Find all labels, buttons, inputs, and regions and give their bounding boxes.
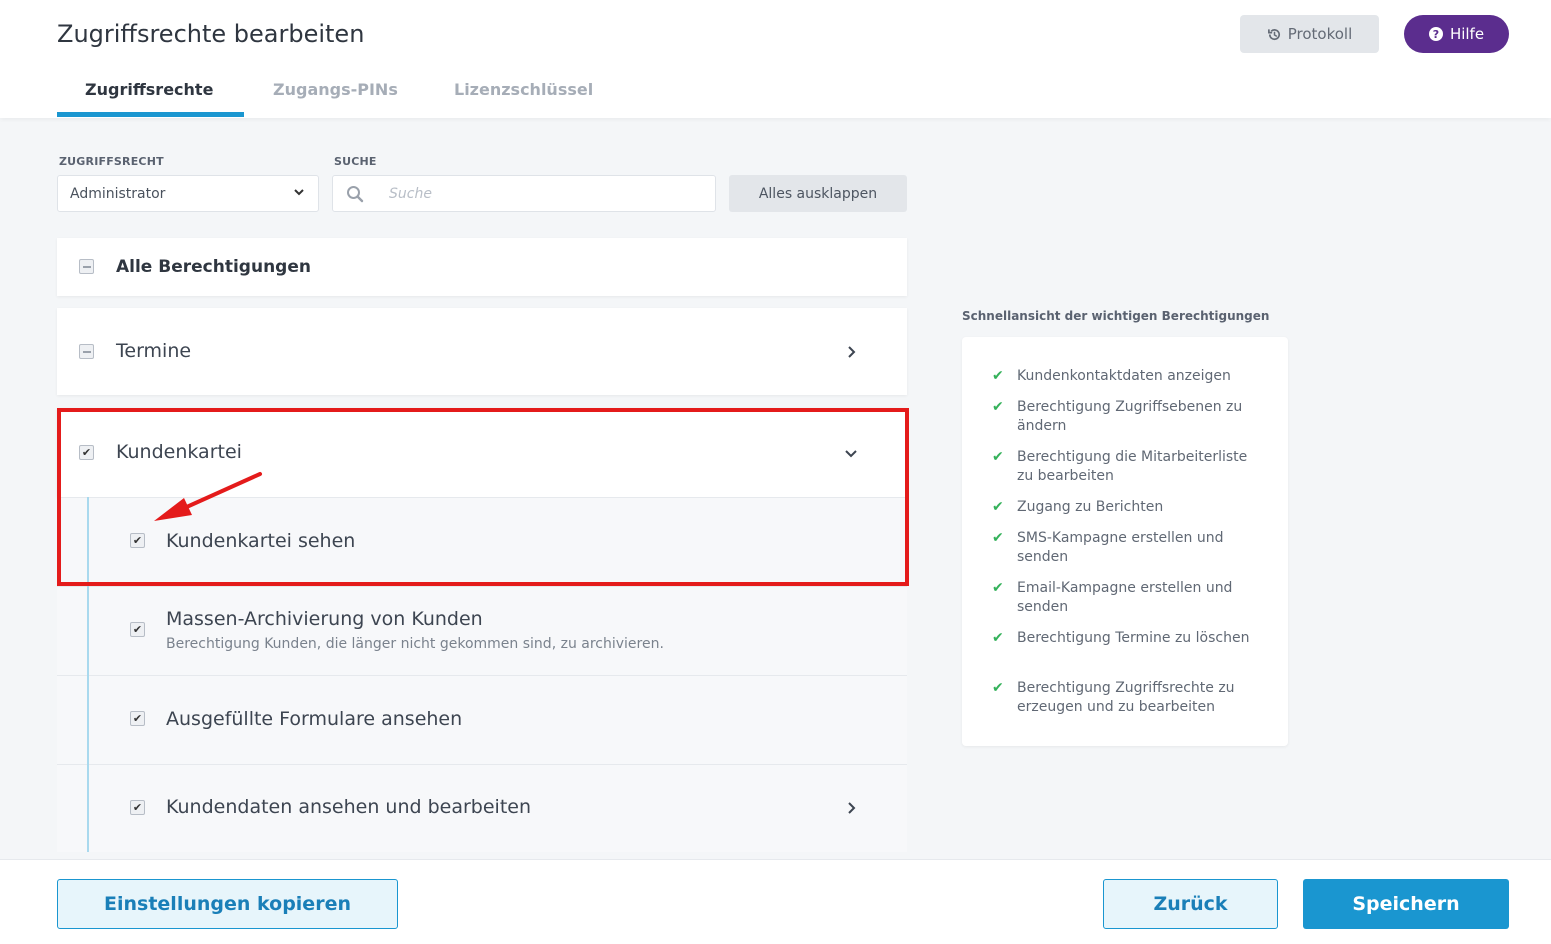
- quick-view-item: ✔ Kundenkontaktdaten anzeigen: [992, 367, 1262, 386]
- page-title: Zugriffsrechte bearbeiten: [57, 20, 365, 48]
- sub-permission-title: Massen-Archivierung von Kunden: [166, 608, 483, 630]
- kundendaten-checkbox[interactable]: ✔: [130, 800, 145, 815]
- chevron-right-icon[interactable]: [845, 345, 859, 359]
- tab-zugangs-pins[interactable]: Zugangs-PINs: [273, 80, 398, 99]
- quick-view-item: ✔ Berechtigung Termine zu löschen: [992, 629, 1262, 648]
- chevron-down-icon[interactable]: [844, 447, 858, 461]
- quick-view-item: ✔ Berechtigung Zugriffsrechte zu erzeugen…: [992, 679, 1262, 717]
- quick-view-card: ✔ Kundenkontaktdaten anzeigen ✔ Berechtigu…: [962, 337, 1288, 746]
- kundenkartei-sehen-checkbox[interactable]: ✔: [130, 533, 145, 548]
- chevron-down-icon: [294, 189, 304, 196]
- quick-view-item: ✔ Berechtigung Zugriffsebenen zu ändern: [992, 398, 1262, 436]
- quick-view-item: ✔ SMS-Kampagne erstellen und senden: [992, 529, 1262, 567]
- termine-label: Termine: [116, 340, 192, 362]
- sub-permission-title: Ausgefüllte Formulare ansehen: [166, 708, 463, 730]
- tab-zugriffsrechte[interactable]: Zugriffsrechte: [85, 80, 213, 99]
- quick-view-item-label: Berechtigung Zugriffsebenen zu ändern: [1017, 399, 1243, 434]
- all-permissions-checkbox[interactable]: [79, 259, 94, 274]
- sub-permissions-indent-line: [87, 497, 89, 852]
- sub-permission-title: Kundendaten ansehen und bearbeiten: [166, 796, 531, 818]
- check-icon: ✔: [992, 630, 1004, 646]
- quick-view-item-label: SMS-Kampagne erstellen und senden: [1017, 530, 1224, 565]
- expand-all-button[interactable]: Alles ausklappen: [729, 175, 907, 212]
- kundenkartei-label: Kundenkartei: [116, 441, 242, 463]
- quick-view-heading: Schnellansicht der wichtigen Berechtigun…: [962, 309, 1270, 323]
- question-circle-icon: ?: [1428, 27, 1443, 41]
- history-icon: [1267, 28, 1280, 40]
- check-icon: ✔: [992, 399, 1004, 415]
- sub-permission-title: Kundenkartei sehen: [166, 530, 356, 552]
- role-select[interactable]: Administrator: [57, 175, 319, 212]
- quick-view-item-label: Berechtigung Termine zu löschen: [1017, 630, 1250, 646]
- termine-checkbox[interactable]: [79, 344, 94, 359]
- all-permissions-label: Alle Berechtigungen: [116, 257, 311, 277]
- hilfe-button[interactable]: ? Hilfe: [1404, 15, 1509, 53]
- protokoll-label: Protokoll: [1287, 25, 1353, 43]
- role-field-label: ZUGRIFFSRECHT: [59, 155, 164, 168]
- sub-permission-row: [57, 586, 907, 675]
- check-icon: ✔: [992, 368, 1004, 384]
- copy-settings-button[interactable]: Einstellungen kopieren: [57, 879, 398, 929]
- search-icon: [347, 186, 364, 203]
- check-icon: ✔: [992, 530, 1004, 546]
- save-button[interactable]: Speichern: [1303, 879, 1509, 929]
- search-field-label: SUCHE: [334, 155, 377, 168]
- quick-view-item: ✔ Berechtigung die Mitarbeiterliste zu be…: [992, 448, 1262, 486]
- quick-view-item: ✔ Email-Kampagne erstellen und senden: [992, 579, 1262, 617]
- kundenkartei-card: ✔ Kundenkartei: [57, 408, 907, 497]
- active-tab-indicator: [57, 112, 244, 117]
- quick-view-item: ✔ Zugang zu Berichten: [992, 498, 1262, 517]
- quick-view-item-label: Zugang zu Berichten: [1017, 499, 1164, 515]
- check-icon: ✔: [992, 680, 1004, 696]
- formulare-ansehen-checkbox[interactable]: ✔: [130, 711, 145, 726]
- protokoll-button[interactable]: Protokoll: [1240, 15, 1379, 53]
- tab-lizenzschluessel[interactable]: Lizenzschlüssel: [454, 80, 593, 99]
- quick-view-item-label: Berechtigung die Mitarbeiterliste zu bea…: [1017, 449, 1248, 484]
- termine-card: Termine: [57, 308, 907, 395]
- massen-archivierung-checkbox[interactable]: ✔: [130, 622, 145, 637]
- all-permissions-card: Alle Berechtigungen: [57, 238, 907, 296]
- search-field: [332, 175, 716, 212]
- hilfe-label: Hilfe: [1449, 25, 1485, 43]
- check-icon: ✔: [992, 499, 1004, 515]
- quick-view-item-label: Berechtigung Zugriffsrechte zu erzeugen …: [1017, 680, 1235, 715]
- back-button[interactable]: Zurück: [1103, 879, 1278, 929]
- check-icon: ✔: [992, 580, 1004, 596]
- check-icon: ✔: [992, 449, 1004, 465]
- quick-view-item-label: Email-Kampagne erstellen und senden: [1017, 580, 1233, 615]
- chevron-right-icon[interactable]: [845, 801, 859, 815]
- kundenkartei-checkbox[interactable]: ✔: [79, 445, 94, 460]
- role-select-value: Administrator: [70, 185, 166, 202]
- search-input[interactable]: [389, 184, 699, 204]
- quick-view-item-label: Kundenkontaktdaten anzeigen: [1017, 368, 1231, 384]
- sub-permission-description: Berechtigung Kunden, die länger nicht ge…: [166, 636, 664, 652]
